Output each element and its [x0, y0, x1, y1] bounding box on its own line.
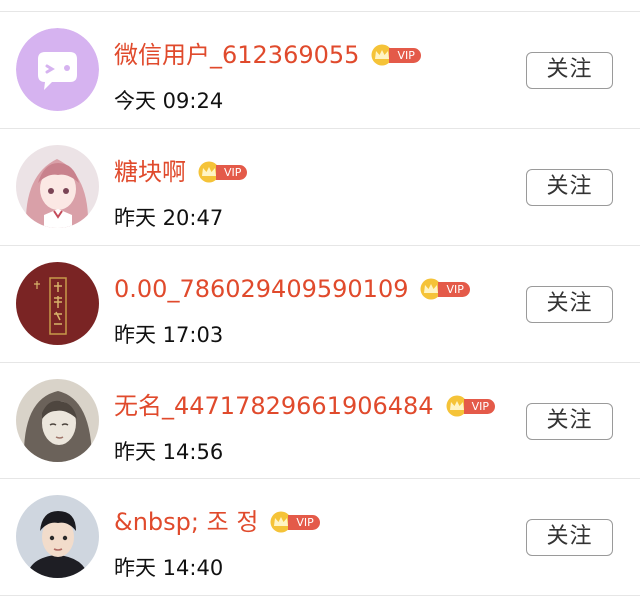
vip-label: VIP	[288, 514, 320, 530]
follow-button[interactable]: 关注	[526, 403, 613, 440]
vip-badge: VIP	[196, 161, 248, 183]
user-row[interactable]: &nbsp; 조 정 VIP 昨天 14:40 关注	[0, 479, 640, 595]
user-name[interactable]: 糖块啊	[114, 155, 186, 189]
sketch-portrait-avatar-icon[interactable]	[16, 379, 99, 462]
vip-label: VIP	[438, 281, 470, 297]
visit-time: 今天 09:24	[114, 89, 224, 113]
user-name[interactable]: 0.00_786029409590109	[114, 272, 408, 306]
user-name[interactable]: 无名_44717829661906484	[114, 389, 434, 423]
separator	[0, 595, 640, 596]
follow-button[interactable]: 关注	[526, 519, 613, 556]
follow-button[interactable]: 关注	[526, 286, 613, 323]
follow-button[interactable]: 关注	[526, 169, 613, 206]
vip-badge: VIP	[369, 44, 421, 66]
visit-time: 昨天 20:47	[114, 206, 224, 230]
user-row[interactable]: 无名_44717829661906484 VIP 昨天 14:56 关注	[0, 363, 640, 479]
photo-portrait-avatar-icon[interactable]	[16, 495, 99, 578]
red-calligraphy-avatar-icon[interactable]	[16, 262, 99, 345]
visit-time: 昨天 17:03	[114, 323, 224, 347]
vip-label: VIP	[389, 47, 421, 63]
visit-time: 昨天 14:56	[114, 440, 224, 464]
vip-badge: VIP	[418, 278, 470, 300]
anime-girl-avatar-icon[interactable]	[16, 145, 99, 228]
vip-badge: VIP	[444, 395, 495, 417]
vip-label: VIP	[463, 398, 495, 414]
user-row[interactable]: 微信用户_612369055 VIP 今天 09:24 关注	[0, 12, 640, 128]
vip-badge: VIP	[268, 511, 320, 533]
vip-label: VIP	[216, 164, 248, 180]
user-row[interactable]: 0.00_786029409590109 VIP 昨天 17:03 关注	[0, 246, 640, 362]
user-name[interactable]: &nbsp; 조 정	[114, 505, 258, 539]
follow-button[interactable]: 关注	[526, 52, 613, 89]
wechat-default-avatar-icon[interactable]	[16, 28, 99, 111]
visit-time: 昨天 14:40	[114, 556, 224, 580]
user-name[interactable]: 微信用户_612369055	[114, 38, 359, 72]
follower-list: 微信用户_612369055 VIP 今天 09:24 关注 糖块啊 VIP 昨…	[0, 0, 640, 598]
user-row[interactable]: 糖块啊 VIP 昨天 20:47 关注	[0, 129, 640, 245]
